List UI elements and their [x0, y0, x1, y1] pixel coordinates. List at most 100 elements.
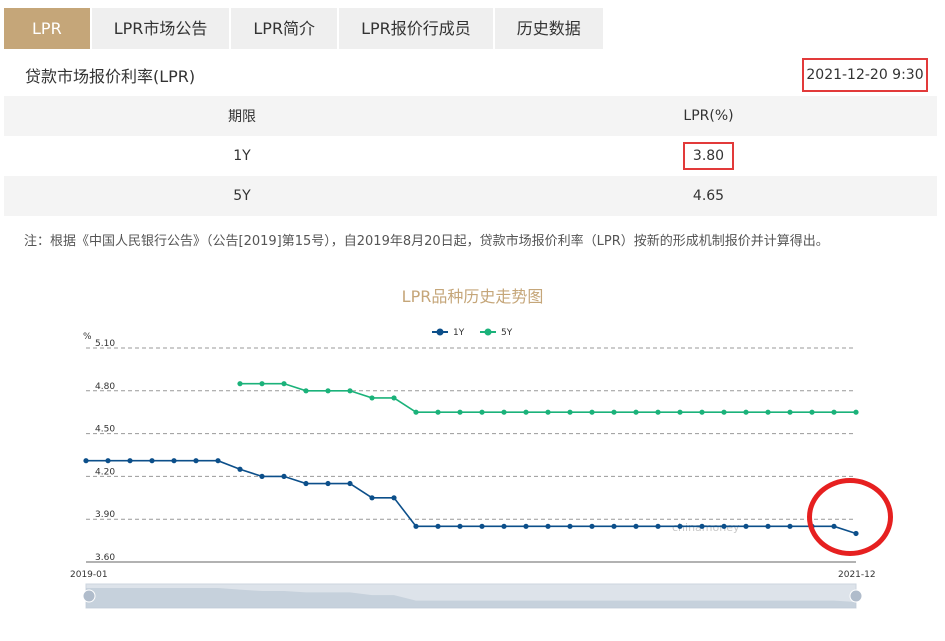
table-row: 5Y 4.65: [4, 176, 937, 216]
data-point-1Y: [347, 480, 353, 487]
legend-label-5Y: 5Y: [501, 328, 513, 338]
data-point-5Y: [765, 409, 771, 415]
highlight-circle: [807, 478, 893, 556]
legend-marker-5Y: [484, 328, 492, 336]
data-point-1Y: [699, 523, 705, 529]
data-point-1Y: [633, 523, 639, 529]
title-row: 贷款市场报价利率(LPR) 2021-12-20 9:30: [4, 58, 932, 92]
data-point-1Y: [105, 458, 111, 464]
series-line-1Y: [86, 459, 857, 535]
data-point-5Y: [677, 409, 683, 415]
data-point-1Y: [391, 495, 397, 501]
data-point-1Y: [479, 523, 485, 529]
y-tick-label: 4.50: [95, 425, 115, 435]
data-point-1Y: [127, 458, 133, 464]
data-point-1Y: [237, 466, 243, 472]
table-row: 1Y 3.80: [4, 136, 937, 176]
data-point-5Y: [743, 409, 749, 415]
data-point-1Y: [325, 480, 331, 487]
data-point-5Y: [259, 381, 265, 387]
header-term: 期限: [228, 109, 256, 125]
footnote: 注：根据《中国人民银行公告》（公告[2019]第15号），自2019年8月20日…: [24, 234, 829, 249]
tab-lpr[interactable]: LPR: [4, 8, 90, 49]
data-point-1Y: [677, 523, 683, 529]
rate-value-highlighted: 3.80: [682, 142, 735, 170]
data-point-5Y: [589, 409, 595, 415]
legend-marker-1Y: [436, 328, 444, 336]
data-point-1Y: [435, 523, 441, 529]
x-tick-label: 2019-01: [70, 570, 108, 580]
data-point-5Y: [281, 381, 287, 387]
data-point-5Y: [369, 395, 375, 401]
lpr-trend-chart: 5.104.804.504.203.903.60%2019-01 2021-12c…: [70, 328, 876, 609]
data-point-5Y: [633, 409, 639, 415]
data-point-1Y: [413, 523, 419, 529]
tab-lpr-intro[interactable]: LPR简介: [231, 8, 338, 49]
data-point-5Y: [655, 409, 661, 415]
data-point-1Y: [501, 523, 507, 529]
header-rate: LPR(%): [683, 108, 734, 124]
data-point-5Y: [545, 409, 551, 415]
data-point-1Y: [193, 458, 199, 464]
data-point-5Y: [567, 409, 573, 415]
data-point-1Y: [457, 523, 463, 529]
data-point-5Y: [853, 409, 859, 415]
lpr-table: 期限 LPR(%) 1Y 3.80 5Y 4.65: [4, 96, 937, 216]
rate-cell: 4.65: [692, 188, 725, 204]
zoom-handle-right[interactable]: [849, 589, 863, 603]
y-tick-label: 3.90: [95, 510, 115, 520]
rate-cell: 3.80: [480, 136, 937, 176]
term-cell: 5Y: [233, 188, 251, 204]
data-point-5Y: [237, 381, 243, 387]
release-date: 2021-12-20 9:30: [802, 58, 928, 92]
data-point-5Y: [413, 409, 419, 415]
data-point-1Y: [545, 523, 551, 529]
data-point-5Y: [611, 409, 617, 415]
data-point-1Y: [765, 523, 771, 529]
data-point-5Y: [523, 409, 529, 415]
y-tick-label: 4.20: [95, 467, 115, 477]
page-title: 贷款市场报价利率(LPR): [25, 67, 196, 86]
term-cell: 1Y: [233, 148, 251, 164]
data-point-1Y: [743, 523, 749, 529]
data-point-1Y: [655, 523, 661, 529]
y-tick-label: 4.80: [95, 382, 115, 392]
data-point-5Y: [391, 395, 397, 401]
data-point-5Y: [479, 409, 485, 415]
y-unit-label: %: [83, 332, 92, 342]
data-point-5Y: [501, 409, 507, 415]
x-tick-label: 2021-12: [838, 570, 876, 580]
data-point-5Y: [721, 409, 727, 415]
data-point-1Y: [369, 495, 375, 501]
tab-lpr-quote-banks[interactable]: LPR报价行成员: [339, 8, 493, 49]
y-tick-label: 3.60: [95, 553, 115, 563]
zoom-handle-left[interactable]: [82, 589, 96, 603]
tab-lpr-market-announcement[interactable]: LPR市场公告: [91, 8, 230, 49]
data-point-1Y: [589, 523, 595, 529]
data-point-1Y: [303, 480, 309, 487]
legend-label-1Y: 1Y: [453, 328, 465, 338]
data-point-1Y: [171, 458, 177, 464]
data-point-5Y: [347, 388, 353, 394]
tab-bar: LPR LPR市场公告 LPR简介 LPR报价行成员 历史数据: [4, 8, 605, 49]
data-point-1Y: [281, 473, 287, 479]
data-point-5Y: [699, 409, 705, 415]
series-line-5Y: [240, 382, 856, 413]
data-point-1Y: [149, 458, 155, 464]
data-point-1Y: [215, 458, 221, 464]
table-header-row: 期限 LPR(%): [4, 96, 937, 136]
data-point-1Y: [523, 523, 529, 529]
data-point-5Y: [831, 409, 837, 415]
y-tick-label: 5.10: [95, 339, 115, 349]
data-point-5Y: [303, 388, 309, 394]
data-point-1Y: [567, 523, 573, 529]
data-point-5Y: [787, 409, 793, 415]
data-point-1Y: [611, 523, 617, 529]
data-point-5Y: [457, 409, 463, 415]
data-point-1Y: [259, 473, 265, 479]
tab-history-data[interactable]: 历史数据: [494, 8, 603, 49]
data-point-5Y: [809, 409, 815, 415]
data-point-5Y: [325, 388, 331, 394]
data-point-1Y: [83, 458, 89, 464]
data-point-5Y: [435, 409, 441, 415]
